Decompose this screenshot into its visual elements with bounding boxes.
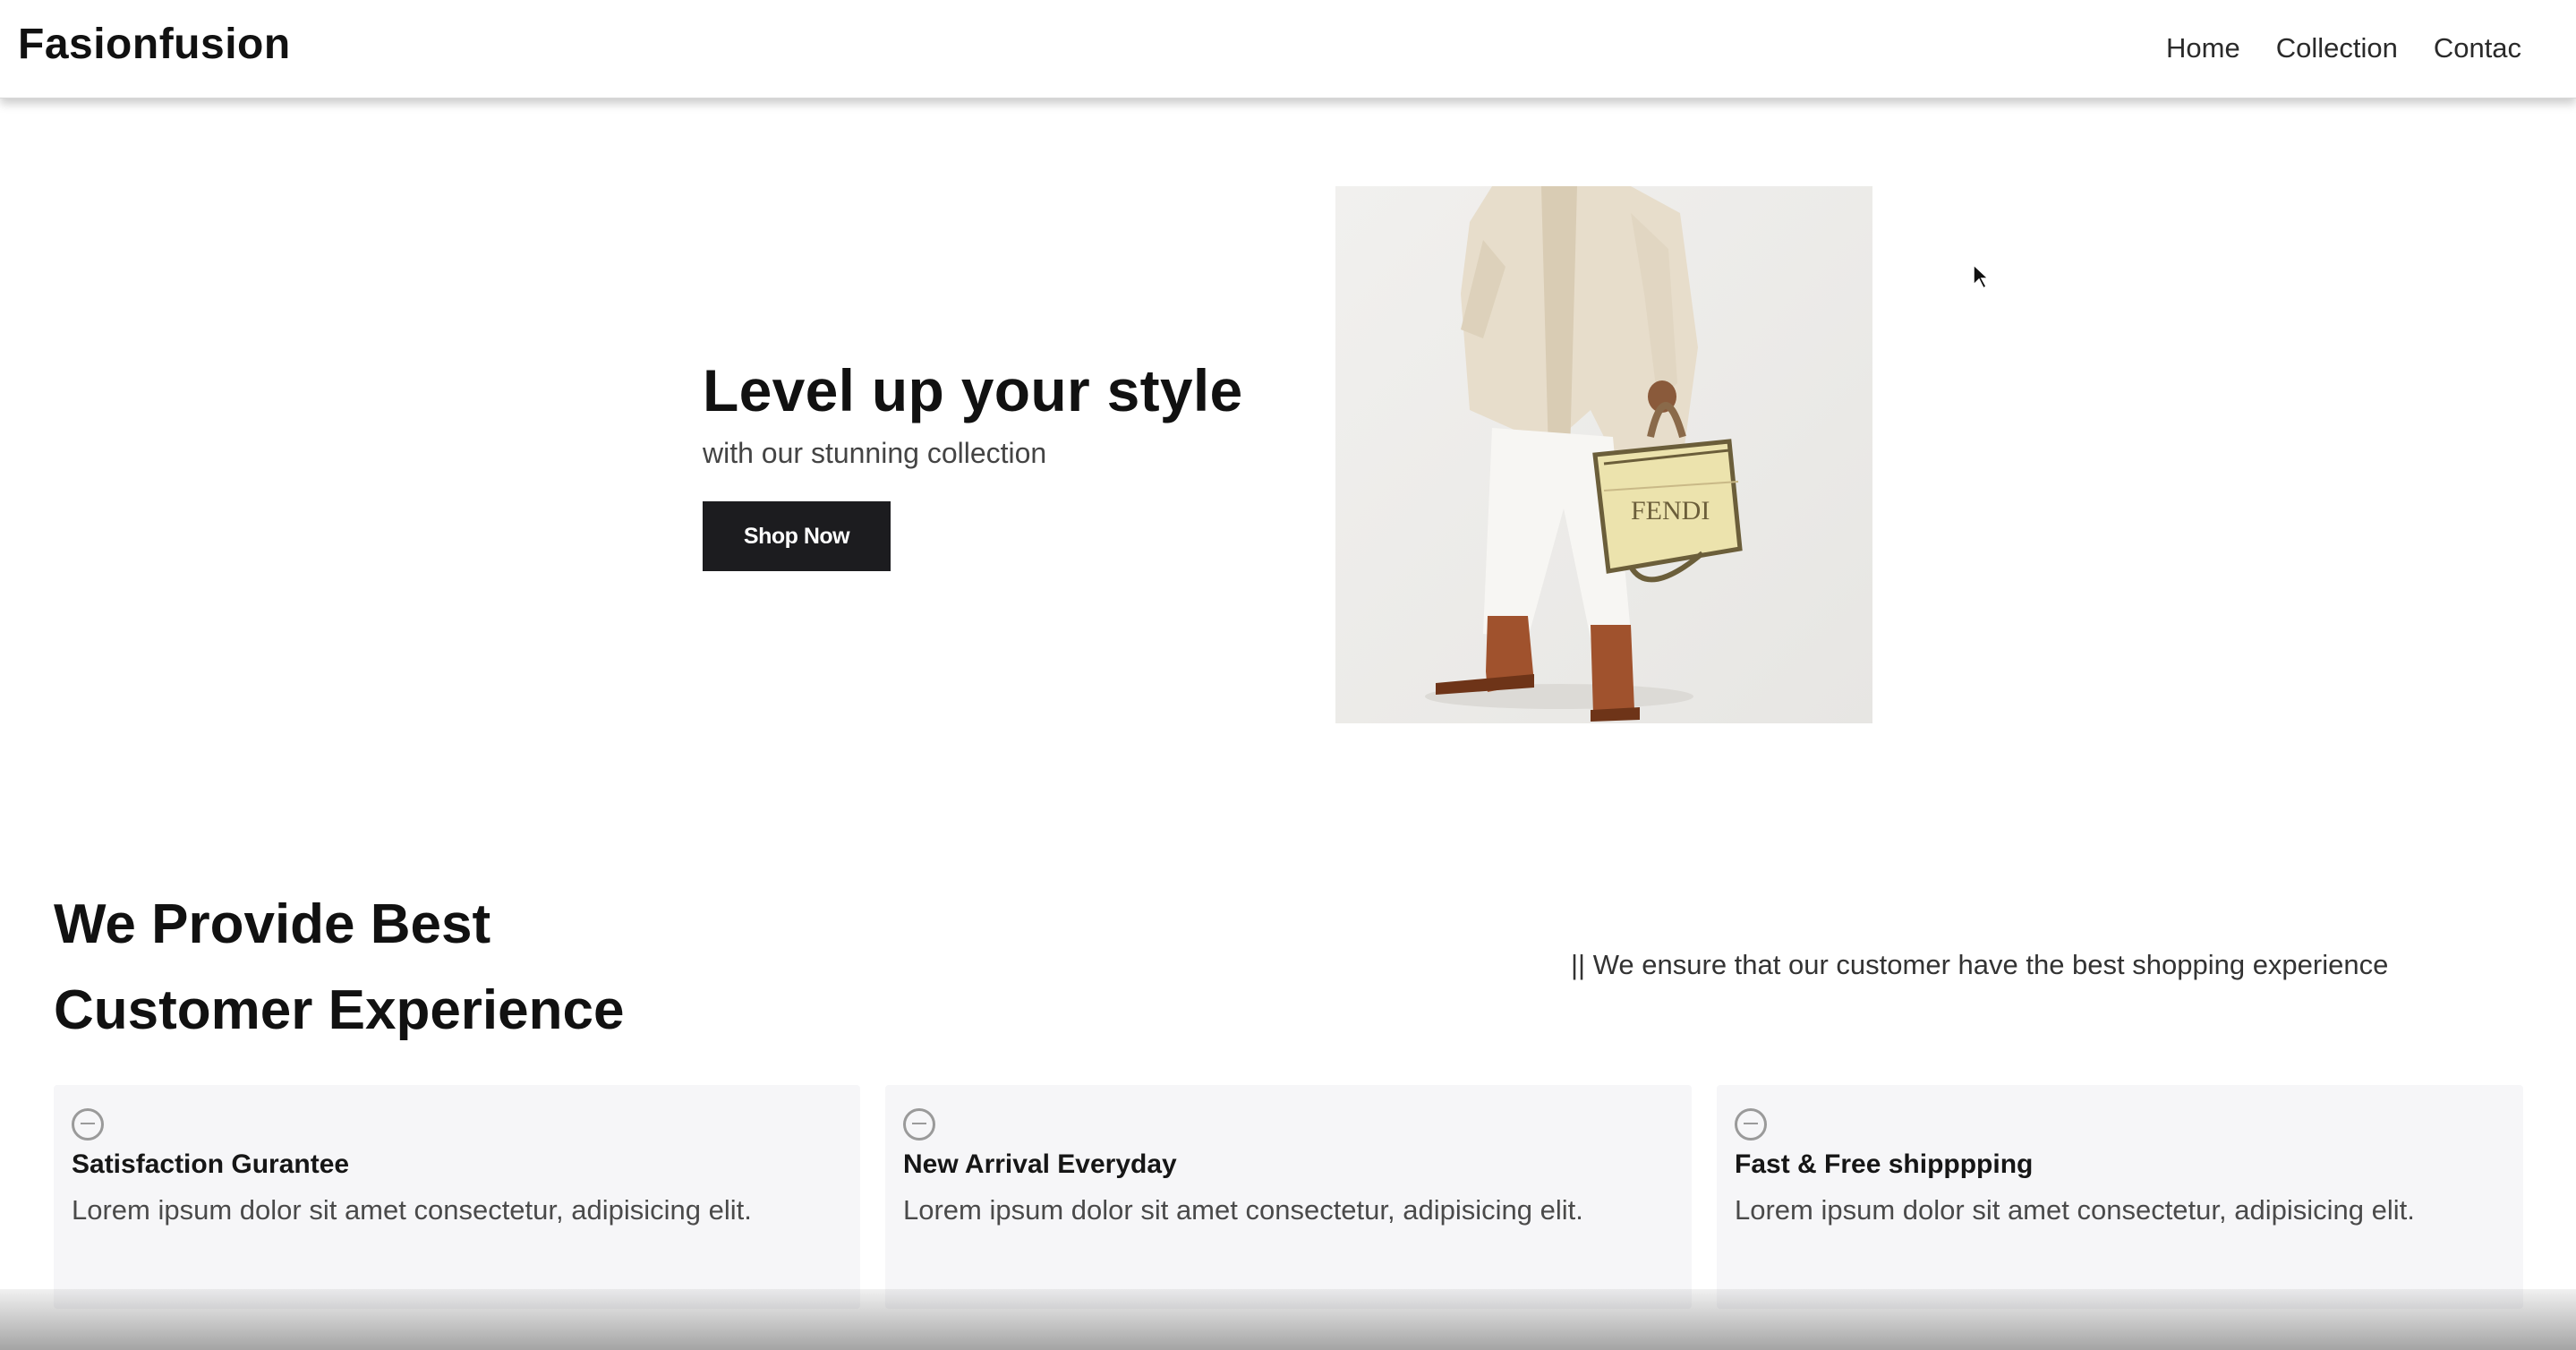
feature-card-text: Lorem ipsum dolor sit amet consectetur, … [1735, 1194, 2415, 1226]
feature-cards: Satisfaction Gurantee Lorem ipsum dolor … [54, 1085, 2524, 1309]
nav-contact-link[interactable]: Contac [2434, 32, 2521, 64]
smiley-icon [903, 1108, 935, 1141]
feature-card-title: New Arrival Everyday [903, 1149, 1177, 1179]
main-nav: Home Collection Contac [2166, 32, 2521, 64]
brand-logo[interactable]: Fasionfusion [18, 20, 291, 69]
nav-collection-link[interactable]: Collection [2276, 32, 2398, 64]
features-note: || We ensure that our customer have the … [1571, 949, 2389, 980]
model-illustration: FENDI [1425, 186, 1743, 722]
smiley-icon [1735, 1108, 1767, 1141]
top-navbar: Fasionfusion Home Collection Contac [0, 0, 2576, 98]
features-heading-line1: We Provide Best [54, 893, 491, 955]
smiley-icon [72, 1108, 104, 1141]
feature-card-title: Fast & Free shipppping [1735, 1149, 2034, 1179]
feature-card: Fast & Free shipppping Lorem ipsum dolor… [1717, 1085, 2523, 1309]
hero-subtitle: with our stunning collection [703, 437, 1047, 469]
feature-card: Satisfaction Gurantee Lorem ipsum dolor … [54, 1085, 860, 1309]
hero-text: Level up your style with our stunning co… [703, 356, 1329, 571]
feature-card-text: Lorem ipsum dolor sit amet consectetur, … [903, 1194, 1583, 1226]
features-heading: We Provide Best Customer Experience [54, 882, 624, 1054]
video-overlay-bar [0, 1289, 2576, 1350]
mouse-cursor-icon [1973, 263, 1990, 290]
hero-image: FENDI [1335, 186, 1872, 723]
shop-now-button[interactable]: Shop Now [703, 501, 891, 571]
hero-title: Level up your style [703, 357, 1243, 423]
nav-home-link[interactable]: Home [2166, 32, 2240, 64]
features-heading-line2: Customer Experience [54, 979, 625, 1041]
feature-card-title: Satisfaction Gurantee [72, 1149, 350, 1179]
feature-card: New Arrival Everyday Lorem ipsum dolor s… [885, 1085, 1692, 1309]
bag-logo: FENDI [1631, 496, 1710, 525]
feature-card-text: Lorem ipsum dolor sit amet consectetur, … [72, 1194, 752, 1226]
